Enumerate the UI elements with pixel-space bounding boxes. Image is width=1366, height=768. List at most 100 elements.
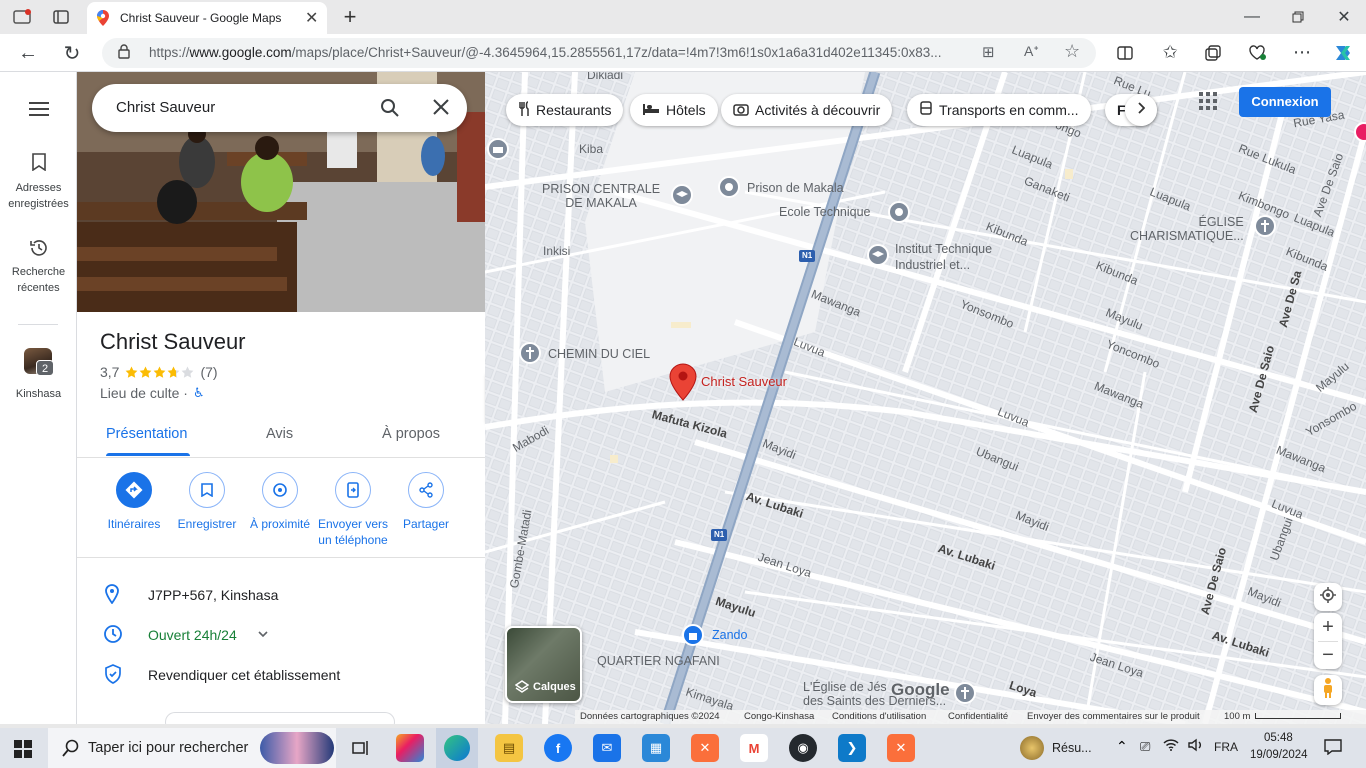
taskbar-search-box[interactable]: Taper ici pour rechercher [48, 728, 336, 768]
maximize-icon[interactable] [1286, 6, 1310, 28]
poi-eglise-label[interactable]: ÉGLISE CHARISMATIQUE... [1130, 215, 1244, 243]
school-icon[interactable] [671, 184, 693, 211]
close-search-icon[interactable] [432, 98, 450, 120]
save-button[interactable]: Enregistrer [170, 472, 244, 532]
collections-icon[interactable] [1202, 42, 1224, 64]
read-aloud-icon[interactable]: Aᐩ [1024, 43, 1039, 60]
facebook-icon[interactable]: f [544, 734, 572, 762]
review-count[interactable]: (7) [200, 364, 217, 380]
saved-places-button[interactable]: Adresses enregistrées [0, 150, 77, 212]
volume-icon[interactable] [1188, 738, 1204, 757]
tab-actions-icon[interactable] [48, 6, 74, 28]
browser-tab-active[interactable]: Christ Sauveur - Google Maps ✕ [87, 2, 327, 34]
favorite-star-icon[interactable]: ☆ [1064, 41, 1080, 62]
favorites-icon[interactable]: ✩ [1158, 40, 1182, 64]
app-install-icon[interactable]: ⊞ [982, 43, 995, 61]
browser-essentials-icon[interactable] [1246, 42, 1268, 64]
poi-quartier-label[interactable]: QUARTIER NGAFANI [597, 654, 720, 668]
chip-transit[interactable]: Transports en comm... [907, 94, 1091, 126]
clock-time[interactable]: 05:48 [1264, 732, 1293, 744]
wifi-icon[interactable] [1163, 738, 1179, 757]
zoom-in-icon[interactable]: + [1322, 614, 1334, 641]
xampp-icon[interactable]: ✕ [691, 734, 719, 762]
recent-searches-button[interactable]: Recherche récentes [0, 236, 77, 296]
poi-zando-label[interactable]: Zando [712, 628, 747, 642]
place-category[interactable]: Lieu de culte · [100, 385, 188, 401]
language-indicator[interactable]: FRA [1214, 740, 1238, 754]
news-label[interactable]: Résu... [1052, 741, 1092, 755]
copilot-icon[interactable] [1330, 40, 1356, 66]
directions-button[interactable]: Itinéraires [97, 472, 171, 532]
news-weather-icon[interactable] [1020, 736, 1044, 760]
mail-icon[interactable]: ✉ [593, 734, 621, 762]
tab-reviews[interactable]: Avis [266, 426, 293, 442]
poi-marker-icon[interactable] [888, 201, 910, 228]
privacy-link[interactable]: Confidentialité [948, 711, 1008, 722]
profile-icon[interactable] [8, 6, 36, 28]
more-menu-icon[interactable]: ⋯ [1290, 40, 1314, 64]
school-icon[interactable] [867, 244, 889, 271]
google-apps-icon[interactable] [1199, 92, 1217, 115]
church-icon[interactable] [1254, 215, 1276, 242]
send-to-phone-button[interactable]: Envoyer vers un téléphone [316, 472, 390, 548]
edge-taskbar-button[interactable] [436, 728, 478, 768]
address-bar[interactable]: https://www.google.com/maps/place/Christ… [102, 38, 1096, 68]
new-tab-icon[interactable]: + [338, 4, 362, 29]
hours-row[interactable]: Ouvert 24h/24 [77, 614, 485, 654]
xampp-icon-2[interactable]: ✕ [887, 734, 915, 762]
claim-business-row[interactable]: Revendiquer cet établissement [77, 654, 485, 694]
vscode-icon[interactable]: ❯ [838, 734, 866, 762]
chip-restaurants[interactable]: Restaurants [506, 94, 624, 126]
meet-now-icon[interactable]: ⎚ [1140, 739, 1150, 755]
minimize-icon[interactable]: — [1240, 6, 1264, 28]
zoom-out-icon[interactable]: − [1322, 642, 1334, 669]
scale-label[interactable]: 100 m [1224, 711, 1250, 722]
pink-poi-icon[interactable] [1354, 122, 1366, 147]
poi-ecole-technique-label[interactable]: Ecole Technique [779, 205, 871, 219]
region-link[interactable]: Congo-Kinshasa [744, 711, 814, 722]
shopping-icon[interactable] [682, 624, 704, 651]
poi-prison-centrale-label[interactable]: PRISON CENTRALE DE MAKALA [542, 182, 660, 210]
museum-icon[interactable] [487, 138, 509, 165]
selected-place-marker-icon[interactable] [669, 363, 697, 406]
notification-icon[interactable] [1324, 739, 1342, 760]
church-icon[interactable] [519, 342, 541, 369]
github-icon[interactable]: ◉ [789, 734, 817, 762]
gmail-icon[interactable]: M [740, 734, 768, 762]
chip-activities[interactable]: Activités à découvrir [721, 94, 893, 126]
chevron-down-icon[interactable] [257, 627, 269, 643]
wheelchair-icon[interactable]: ♿ [193, 385, 205, 401]
my-location-button[interactable] [1314, 583, 1342, 611]
close-window-icon[interactable]: ✕ [1332, 6, 1356, 28]
hamburger-menu-icon[interactable] [28, 98, 50, 120]
tab-about[interactable]: À propos [382, 426, 440, 442]
pegman-button[interactable] [1314, 675, 1342, 705]
partial-button[interactable] [165, 712, 395, 724]
search-input[interactable]: Christ Sauveur [116, 99, 215, 116]
tab-overview[interactable]: Présentation [106, 426, 187, 442]
selected-place-label[interactable]: Christ Sauveur [701, 374, 787, 389]
close-tab-icon[interactable]: ✕ [305, 8, 318, 28]
split-screen-icon[interactable] [1114, 42, 1136, 64]
share-button[interactable]: Partager [389, 472, 463, 532]
clock-date[interactable]: 19/09/2024 [1250, 749, 1308, 761]
map-canvas[interactable]: N1 N1 Dikiadi Kiba Inkisi Mabodi Gombe-M… [485, 72, 1366, 724]
chevron-up-icon[interactable]: ⌃ [1116, 738, 1128, 755]
layers-button[interactable]: Calques [505, 626, 582, 703]
search-icon[interactable] [380, 98, 400, 122]
place-photo[interactable]: Christ Sauveur [77, 72, 485, 312]
store-icon[interactable]: ▦ [642, 734, 670, 762]
chip-hotels[interactable]: Hôtels [630, 94, 718, 126]
chips-next-button[interactable] [1125, 94, 1157, 126]
task-view-icon[interactable] [347, 734, 375, 762]
lock-icon[interactable] [118, 44, 130, 62]
poi-prison-makala-label[interactable]: Prison de Makala [747, 181, 844, 195]
rating-stars[interactable] [125, 366, 194, 379]
search-box[interactable]: Christ Sauveur [92, 84, 467, 132]
plus-code-row[interactable]: J7PP+567, Kinshasa [77, 574, 485, 614]
copilot-taskbar-icon[interactable] [396, 734, 424, 762]
file-explorer-icon[interactable]: ▤ [495, 734, 523, 762]
terms-link[interactable]: Conditions d'utilisation [832, 711, 926, 722]
poi-chemin-du-ciel-label[interactable]: CHEMIN DU CIEL [548, 347, 650, 361]
windows-start-icon[interactable] [14, 740, 32, 763]
